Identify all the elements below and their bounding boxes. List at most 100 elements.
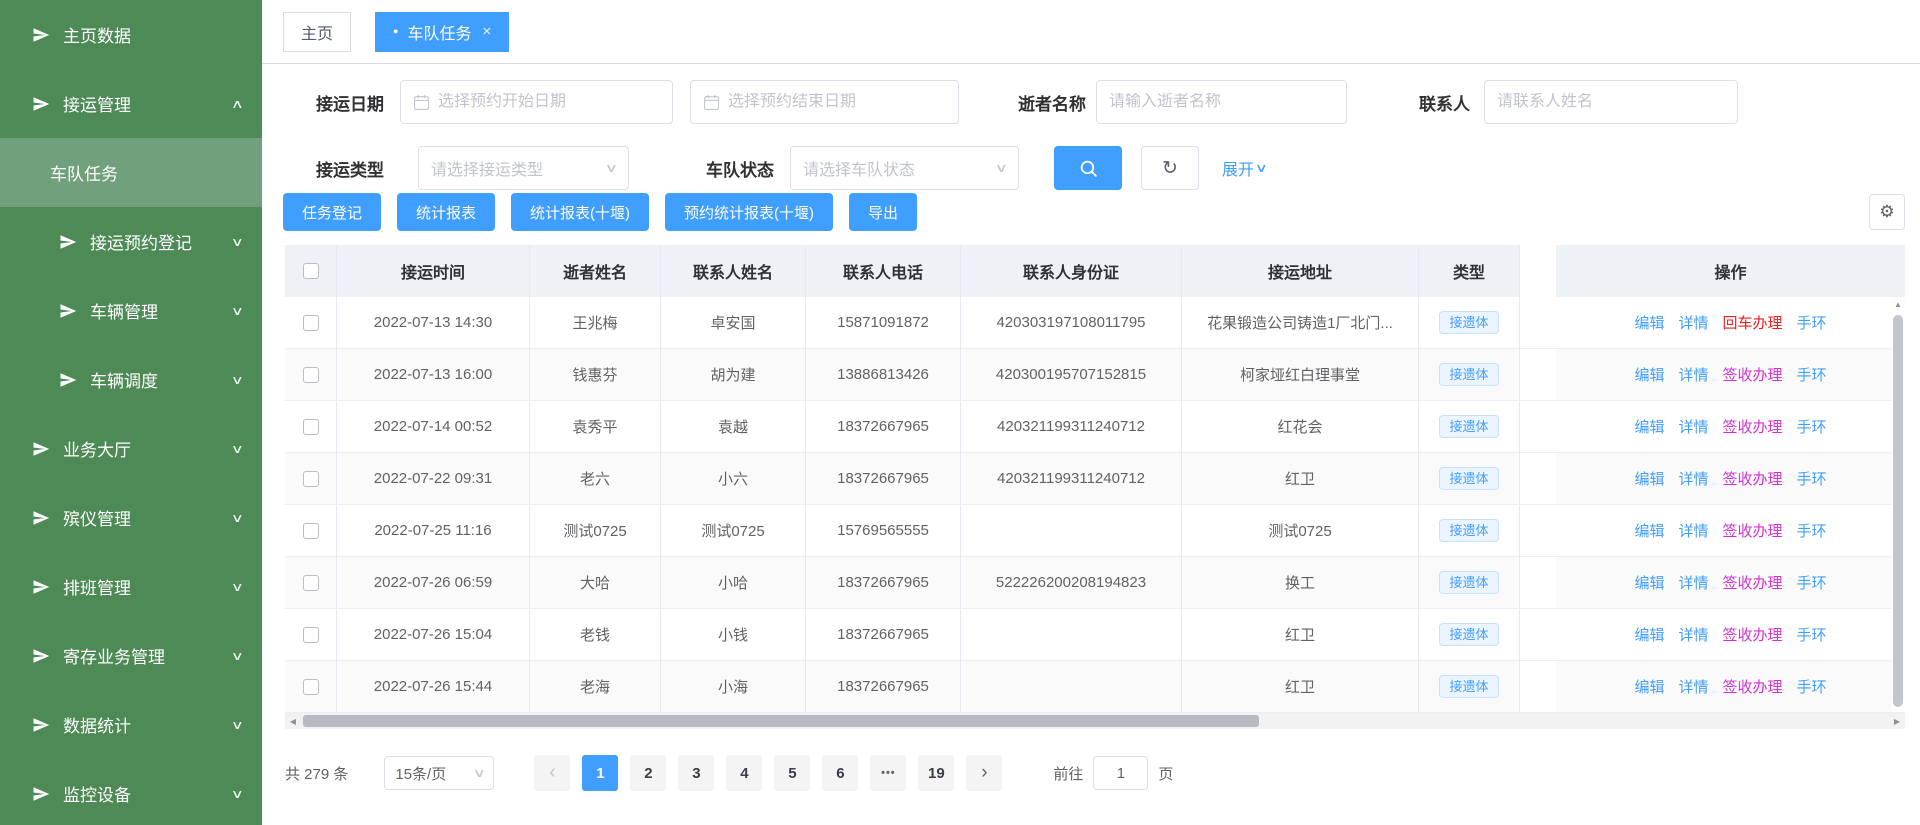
goto-page-input[interactable] [1093,756,1148,790]
action-details-link[interactable]: 详情 [1678,416,1708,437]
fleet-status-label: 车队状态 [706,156,774,181]
cell-deceased-name: 王兆梅 [530,297,661,348]
row-checkbox[interactable] [303,627,319,643]
reservation-stats-report-shiyan-button[interactable]: 预约统计报表(十堰) [665,193,833,231]
page-button-4[interactable]: 4 [726,755,762,791]
action-details-link[interactable]: 详情 [1678,624,1708,645]
action-toolbar: 任务登记统计报表统计报表(十堰) 预约统计报表(十堰) 导出 ⚙ [262,190,1920,231]
action-sign-off-link[interactable]: 签收办理 [1723,572,1783,593]
action-wristband-link[interactable]: 手环 [1797,468,1827,489]
page-size-select[interactable]: 15条/页 ∨ [384,756,494,790]
action-edit-link[interactable]: 编辑 [1634,416,1664,437]
fleet-status-select[interactable]: 请选择车队状态 ∨ [790,146,1019,190]
sidebar-item-data-statistics[interactable]: 数据统计 ∨ [0,690,262,759]
action-sign-off-link[interactable]: 签收办理 [1723,364,1783,385]
action-wristband-link[interactable]: 手环 [1797,364,1827,385]
scroll-right-icon[interactable]: ▶ [1889,717,1905,726]
action-edit-link[interactable]: 编辑 [1634,624,1664,645]
date-end-input[interactable] [728,93,946,111]
tab-home[interactable]: 主页 [283,12,351,52]
paper-plane-icon [32,95,50,113]
row-checkbox[interactable] [303,679,319,695]
row-checkbox[interactable] [303,419,319,435]
action-wristband-link[interactable]: 手环 [1797,572,1827,593]
row-checkbox[interactable] [303,575,319,591]
row-checkbox[interactable] [303,367,319,383]
select-all-checkbox[interactable] [303,263,319,279]
action-details-link[interactable]: 详情 [1678,572,1708,593]
action-details-link[interactable]: 详情 [1678,520,1708,541]
page-ellipsis-button[interactable]: ••• [870,755,906,791]
sidebar-item-vehicle-management[interactable]: 车辆管理 ∨ [0,276,262,345]
action-details-link[interactable]: 详情 [1678,676,1708,697]
horizontal-scrollbar-thumb[interactable] [303,715,1259,727]
action-edit-link[interactable]: 编辑 [1634,520,1664,541]
page-button-6[interactable]: 6 [822,755,858,791]
column-settings-button[interactable]: ⚙ [1869,194,1905,230]
action-edit-link[interactable]: 编辑 [1634,364,1664,385]
pickup-type-select[interactable]: 请选择接运类型 ∨ [418,146,629,190]
action-details-link[interactable]: 详情 [1678,312,1708,333]
action-wristband-link[interactable]: 手环 [1797,520,1827,541]
action-details-link[interactable]: 详情 [1678,364,1708,385]
action-wristband-link[interactable]: 手环 [1797,624,1827,645]
sidebar-item-transport-management[interactable]: 接运管理 ∧ [0,69,262,138]
sidebar-item-label: 车队任务 [50,160,118,185]
tab-fleet-task[interactable]: ● 车队任务 × [375,12,509,52]
action-sign-off-link[interactable]: 签收办理 [1723,676,1783,697]
stats-report-shiyan-button[interactable]: 统计报表(十堰) [511,193,649,231]
pagination: 共 279 条 15条/页 ∨ ‹ 123456•••19 › 前往 页 [285,755,1905,791]
sidebar-item-monitoring-devices[interactable]: 监控设备 ∨ [0,759,262,825]
sidebar-item-pickup-reservation-register[interactable]: 接运预约登记 ∨ [0,207,262,276]
stats-report-button[interactable]: 统计报表 [397,193,495,231]
action-sign-off-link[interactable]: 签收办理 [1723,468,1783,489]
action-edit-link[interactable]: 编辑 [1634,468,1664,489]
vertical-scrollbar[interactable]: ▲ [1891,298,1905,712]
action-details-link[interactable]: 详情 [1678,468,1708,489]
date-start-field[interactable] [400,80,673,124]
deceased-name-input[interactable] [1109,93,1334,111]
row-checkbox[interactable] [303,471,319,487]
page-button-3[interactable]: 3 [678,755,714,791]
action-edit-link[interactable]: 编辑 [1634,312,1664,333]
page-button-5[interactable]: 5 [774,755,810,791]
expand-link[interactable]: 展开 ∨ [1222,156,1266,180]
task-register-button[interactable]: 任务登记 [283,193,381,231]
contact-input[interactable] [1497,93,1725,111]
date-end-field[interactable] [690,80,959,124]
vertical-scrollbar-thumb[interactable] [1893,315,1903,707]
sidebar-item-business-hall[interactable]: 业务大厅 ∨ [0,414,262,483]
action-sign-off-link[interactable]: 签收办理 [1723,520,1783,541]
export-button[interactable]: 导出 [849,193,917,231]
action-wristband-link[interactable]: 手环 [1797,416,1827,437]
sidebar-item-funeral-management[interactable]: 殡仪管理 ∨ [0,483,262,552]
action-sign-off-link[interactable]: 签收办理 [1723,416,1783,437]
scroll-up-icon[interactable]: ▲ [1891,298,1905,312]
row-checkbox[interactable] [303,523,319,539]
page-button-1[interactable]: 1 [582,755,618,791]
sidebar-item-shift-management[interactable]: 排班管理 ∨ [0,552,262,621]
page-button-19[interactable]: 19 [918,755,954,791]
sidebar-item-label: 接运预约登记 [90,229,192,254]
date-start-input[interactable] [438,93,660,111]
prev-page-button[interactable]: ‹ [534,755,570,791]
close-icon[interactable]: × [482,23,491,40]
scroll-left-icon[interactable]: ◀ [285,717,301,726]
action-wristband-link[interactable]: 手环 [1797,312,1827,333]
sidebar-item-storage-business-management[interactable]: 寄存业务管理 ∨ [0,621,262,690]
search-button[interactable] [1054,146,1122,190]
sidebar-item-vehicle-dispatch[interactable]: 车辆调度 ∨ [0,345,262,414]
sidebar-item-home-data[interactable]: 主页数据 [0,0,262,69]
action-edit-link[interactable]: 编辑 [1634,572,1664,593]
horizontal-scrollbar[interactable]: ◀ ▶ [285,713,1905,729]
sidebar-item-fleet-task[interactable]: 车队任务 [0,138,262,207]
refresh-button[interactable]: ↻ [1141,146,1199,190]
next-page-button[interactable]: › [966,755,1002,791]
action-return-vehicle-link[interactable]: 回车办理 [1723,312,1783,333]
page-button-2[interactable]: 2 [630,755,666,791]
action-edit-link[interactable]: 编辑 [1634,676,1664,697]
cell-pickup-address: 花果锻造公司铸造1厂北门... [1182,297,1419,348]
action-wristband-link[interactable]: 手环 [1797,676,1827,697]
action-sign-off-link[interactable]: 签收办理 [1723,624,1783,645]
row-checkbox[interactable] [303,315,319,331]
